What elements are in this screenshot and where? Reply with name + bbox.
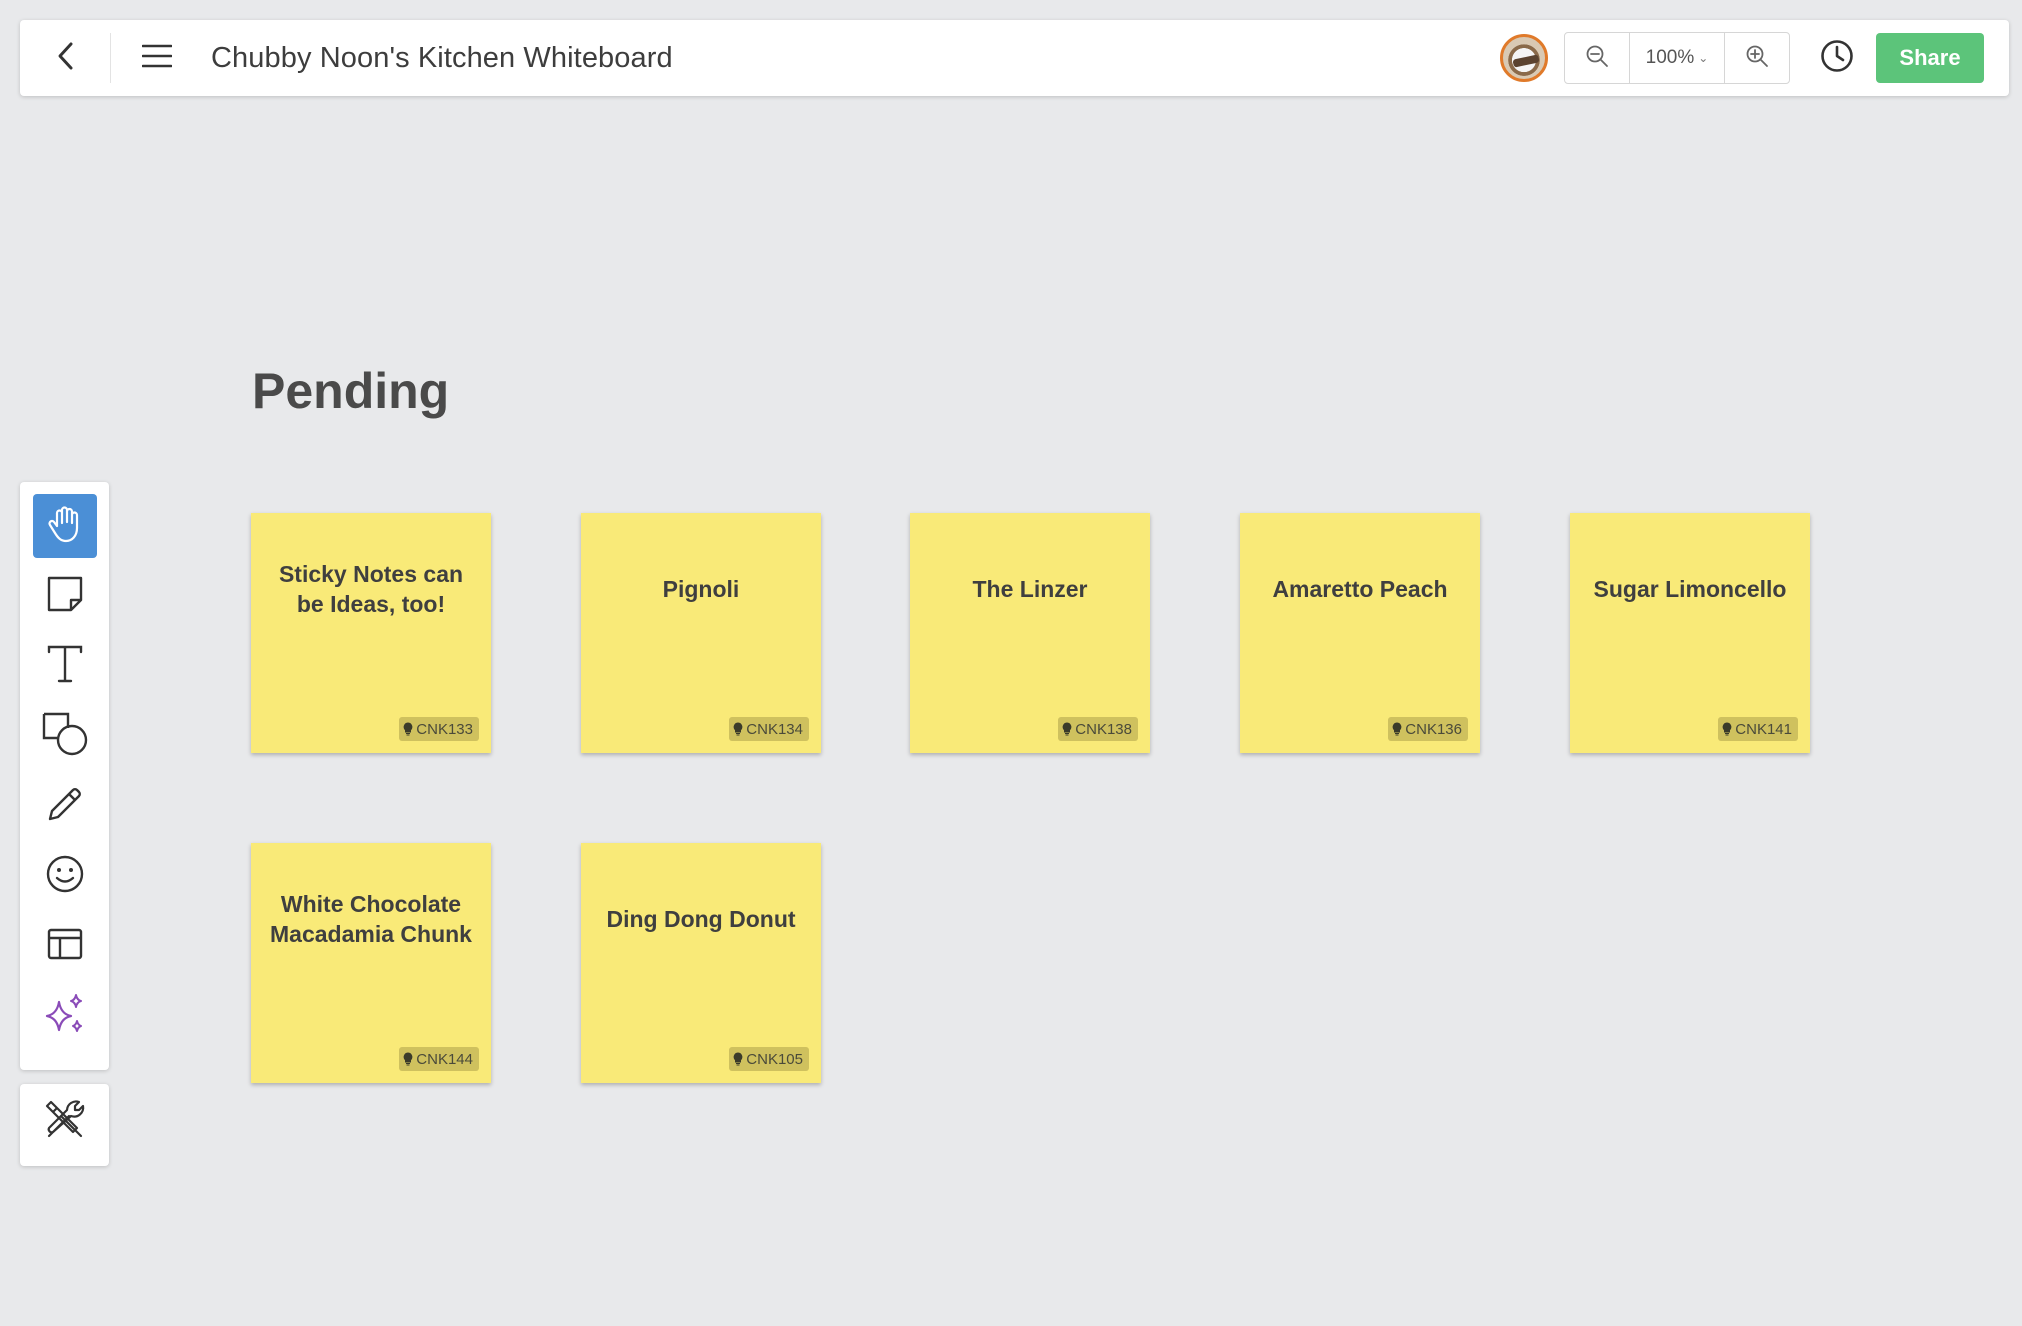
pencil-icon (45, 784, 85, 829)
lightbulb-icon (1722, 722, 1732, 736)
sticky-note-text: Ding Dong Donut (606, 906, 796, 932)
sticky-note-icon (46, 575, 84, 618)
note-id-badge[interactable]: CNK144 (399, 1047, 479, 1071)
note-id-badge[interactable]: CNK141 (1718, 717, 1798, 741)
shapes-tool-button[interactable] (33, 704, 97, 768)
note-id-badge[interactable]: CNK136 (1388, 717, 1468, 741)
share-button[interactable]: Share (1876, 33, 1984, 83)
sticky-note-text: Pignoli (662, 576, 740, 602)
note-id: CNK141 (1735, 720, 1792, 738)
sticky-note[interactable]: Ding Dong Donut CNK105 (581, 843, 821, 1083)
hand-icon (45, 504, 85, 549)
sticky-note[interactable]: Sticky Notes can be Ideas, too! CNK133 (251, 513, 491, 753)
wrench-screwdriver-icon (43, 1098, 87, 1147)
note-id: CNK138 (1075, 720, 1132, 738)
note-id: CNK133 (416, 720, 473, 738)
sticky-note[interactable]: Sugar Limoncello CNK141 (1570, 513, 1810, 753)
note-id-badge[interactable]: CNK138 (1058, 717, 1138, 741)
lightbulb-icon (1392, 722, 1402, 736)
sticky-note-text: Sugar Limoncello (1593, 576, 1787, 602)
chevron-left-icon (56, 41, 74, 76)
tools-panel (20, 482, 109, 1070)
lightbulb-icon (403, 722, 413, 736)
history-button[interactable] (1810, 28, 1864, 88)
text-icon (46, 644, 84, 689)
ai-tool-button[interactable] (33, 984, 97, 1048)
menu-button[interactable] (111, 20, 203, 96)
hamburger-icon (141, 44, 173, 73)
sticky-note-text: White Chocolate Macadamia Chunk (270, 891, 472, 947)
zoom-level-select[interactable]: 100% ⌄ (1629, 33, 1725, 83)
sticky-note-tool-button[interactable] (33, 564, 97, 628)
sticky-note-text: Sticky Notes can be Ideas, too! (278, 561, 464, 617)
emoji-tool-button[interactable] (33, 844, 97, 908)
smiley-icon (45, 854, 85, 899)
sticky-note[interactable]: Amaretto Peach CNK136 (1240, 513, 1480, 753)
board-title[interactable]: Chubby Noon's Kitchen Whiteboard (211, 42, 673, 75)
lightbulb-icon (733, 722, 743, 736)
zoom-out-button[interactable] (1565, 33, 1629, 83)
zoom-controls: 100% ⌄ (1564, 32, 1790, 84)
text-tool-button[interactable] (33, 634, 97, 698)
sticky-note-text: Amaretto Peach (1272, 576, 1448, 602)
user-avatar[interactable] (1500, 34, 1548, 82)
layout-template-icon (46, 927, 84, 966)
sparkle-icon (43, 992, 87, 1041)
zoom-in-button[interactable] (1725, 33, 1789, 83)
sticky-note[interactable]: Pignoli CNK134 (581, 513, 821, 753)
note-id-badge[interactable]: CNK133 (399, 717, 479, 741)
note-id-badge[interactable]: CNK105 (729, 1047, 809, 1071)
tools-settings-panel (20, 1084, 109, 1166)
lightbulb-icon (733, 1052, 743, 1066)
zoom-level-value: 100% (1645, 47, 1695, 68)
chevron-down-icon: ⌄ (1698, 51, 1709, 65)
tools-settings-button[interactable] (33, 1090, 97, 1154)
note-id: CNK134 (746, 720, 803, 738)
zoom-out-icon (1585, 44, 1609, 73)
sticky-note[interactable]: The Linzer CNK138 (910, 513, 1150, 753)
pen-tool-button[interactable] (33, 774, 97, 838)
note-id: CNK105 (746, 1050, 803, 1068)
note-id: CNK144 (416, 1050, 473, 1068)
template-tool-button[interactable] (33, 914, 97, 978)
section-title[interactable]: Pending (252, 362, 449, 420)
top-bar: Chubby Noon's Kitchen Whiteboard 100% ⌄ (20, 20, 2009, 96)
sticky-note-text: The Linzer (972, 576, 1088, 602)
zoom-in-icon (1745, 44, 1769, 73)
shapes-icon (41, 711, 89, 762)
sticky-note[interactable]: White Chocolate Macadamia Chunk CNK144 (251, 843, 491, 1083)
hand-tool-button[interactable] (32, 494, 97, 558)
back-button[interactable] (20, 20, 110, 96)
clock-icon (1820, 39, 1854, 78)
note-id: CNK136 (1405, 720, 1462, 738)
note-id-badge[interactable]: CNK134 (729, 717, 809, 741)
lightbulb-icon (403, 1052, 413, 1066)
lightbulb-icon (1062, 722, 1072, 736)
